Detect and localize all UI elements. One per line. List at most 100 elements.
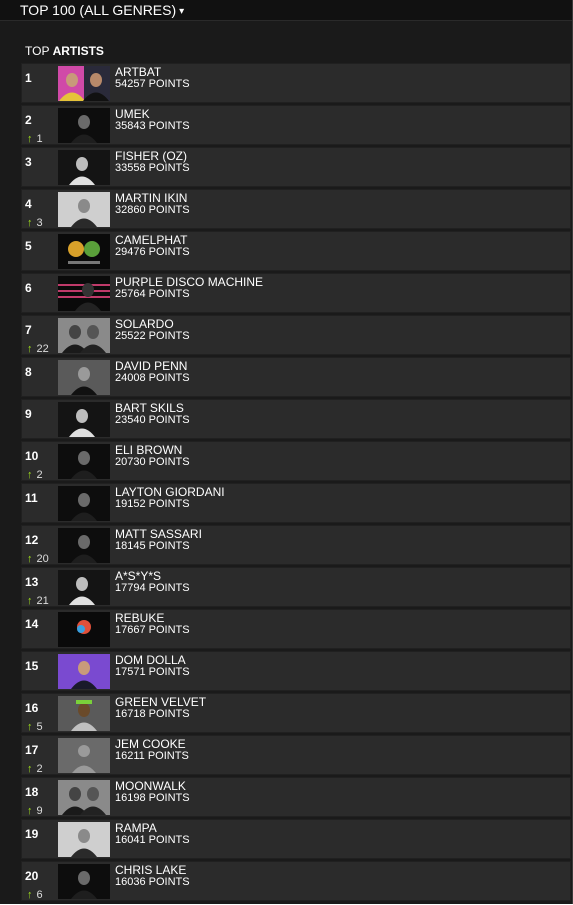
artist-photo[interactable] xyxy=(58,444,110,479)
artist-photo[interactable] xyxy=(58,66,110,101)
chart-panel: TOP 100 (ALL GENRES) ▾ TOP ARTISTS 1 ARTBA… xyxy=(0,0,573,904)
artist-row[interactable]: 14 REBUKE 17667 POINTS xyxy=(21,609,571,649)
rank-number: 20 xyxy=(25,869,39,883)
artist-row[interactable]: 8 DAVID PENN 24008 POINTS xyxy=(21,357,571,397)
rank-number: 3 xyxy=(25,155,32,169)
artist-row[interactable]: 1 ARTBAT 54257 POINTS xyxy=(21,63,571,103)
rank-number: 1 xyxy=(25,71,32,85)
artist-photo[interactable] xyxy=(58,360,110,395)
rank-number: 12 xyxy=(25,533,39,547)
artist-points: 16198 POINTS xyxy=(115,792,190,804)
section-title-prefix: TOP xyxy=(25,44,50,58)
rank-change-value: 5 xyxy=(36,721,43,733)
artist-points: 16718 POINTS xyxy=(115,708,190,720)
arrow-up-icon: ↑ xyxy=(27,889,33,901)
rank-change: ↑ 2 xyxy=(27,469,43,481)
rank-change: ↑ 9 xyxy=(27,805,43,817)
rank-change-value: 1 xyxy=(36,133,43,145)
artist-points: 32860 POINTS xyxy=(115,204,190,216)
arrow-up-icon: ↑ xyxy=(27,805,33,817)
artist-row[interactable]: 3 FISHER (OZ) 33558 POINTS xyxy=(21,147,571,187)
artist-photo[interactable] xyxy=(58,192,110,227)
rank-change: ↑ 22 xyxy=(27,343,49,355)
artist-points: 54257 POINTS xyxy=(115,78,190,90)
arrow-up-icon: ↑ xyxy=(27,217,33,229)
artist-row[interactable]: 7 ↑ 22 SOLARDO 25522 POINTS xyxy=(21,315,571,355)
artist-row[interactable]: 5 CAMELPHAT 29476 POINTS xyxy=(21,231,571,271)
rank-change-value: 21 xyxy=(36,595,49,607)
rank-number: 18 xyxy=(25,785,39,799)
arrow-up-icon: ↑ xyxy=(27,763,33,775)
artist-row[interactable]: 13 ↑ 21 A*S*Y*S 17794 POINTS xyxy=(21,567,571,607)
arrow-up-icon: ↑ xyxy=(27,343,33,355)
artist-points: 17571 POINTS xyxy=(115,666,190,678)
artist-row[interactable]: 16 ↑ 5 GREEN VELVET 16718 POINTS xyxy=(21,693,571,733)
rank-number: 6 xyxy=(25,281,32,295)
artist-row[interactable]: 4 ↑ 3 MARTIN IKIN 32860 POINTS xyxy=(21,189,571,229)
artist-photo[interactable] xyxy=(58,738,110,773)
artist-photo[interactable] xyxy=(58,612,110,647)
artist-points: 19152 POINTS xyxy=(115,498,190,510)
artist-row[interactable]: 19 RAMPA 16041 POINTS xyxy=(21,819,571,859)
artist-points: 16211 POINTS xyxy=(115,750,189,762)
artist-points: 23540 POINTS xyxy=(115,414,190,426)
rank-number: 13 xyxy=(25,575,39,589)
artist-row[interactable]: 9 BART SKILS 23540 POINTS xyxy=(21,399,571,439)
artist-row[interactable]: 17 ↑ 2 JEM COOKE 16211 POINTS xyxy=(21,735,571,775)
artist-points: 20730 POINTS xyxy=(115,456,190,468)
artist-row[interactable]: 18 ↑ 9 MOONWALK 16198 POINTS xyxy=(21,777,571,817)
artist-row[interactable]: 10 ↑ 2 ELI BROWN 20730 POINTS xyxy=(21,441,571,481)
artist-row[interactable]: 6 PURPLE DISCO MACHINE 25764 POINTS xyxy=(21,273,571,313)
artist-photo[interactable] xyxy=(58,696,110,731)
rank-change-value: 9 xyxy=(36,805,43,817)
artist-row[interactable]: 20 ↑ 6 CHRIS LAKE 16036 POINTS xyxy=(21,861,571,901)
artist-photo[interactable] xyxy=(58,234,110,269)
arrow-up-icon: ↑ xyxy=(27,469,33,481)
rank-change-value: 22 xyxy=(36,343,49,355)
artist-points: 25764 POINTS xyxy=(115,288,190,300)
rank-number: 10 xyxy=(25,449,39,463)
artist-points: 29476 POINTS xyxy=(115,246,190,258)
artist-points: 16041 POINTS xyxy=(115,834,190,846)
rank-number: 19 xyxy=(25,827,39,841)
artist-photo[interactable] xyxy=(58,108,110,143)
rank-change-value: 2 xyxy=(36,763,43,775)
arrow-up-icon: ↑ xyxy=(27,595,33,607)
genre-dropdown-label: TOP 100 (ALL GENRES) xyxy=(20,2,177,18)
artist-points: 16036 POINTS xyxy=(115,876,190,888)
artist-photo[interactable] xyxy=(58,864,110,899)
rank-change: ↑ 5 xyxy=(27,721,43,733)
rank-change: ↑ 21 xyxy=(27,595,49,607)
artist-photo[interactable] xyxy=(58,570,110,605)
artist-photo[interactable] xyxy=(58,486,110,521)
genre-dropdown[interactable]: TOP 100 (ALL GENRES) ▾ xyxy=(0,0,572,21)
artist-photo[interactable] xyxy=(58,318,110,353)
rank-change: ↑ 2 xyxy=(27,763,43,775)
artist-points: 17794 POINTS xyxy=(115,582,190,594)
artist-row[interactable]: 11 LAYTON GIORDANI 19152 POINTS xyxy=(21,483,571,523)
artist-photo[interactable] xyxy=(58,822,110,857)
rank-number: 15 xyxy=(25,659,39,673)
artist-row[interactable]: 15 DOM DOLLA 17571 POINTS xyxy=(21,651,571,691)
rank-number: 2 xyxy=(25,113,32,127)
rank-number: 4 xyxy=(25,197,32,211)
section-title: TOP ARTISTS xyxy=(0,44,572,58)
rank-number: 7 xyxy=(25,323,32,337)
rank-number: 5 xyxy=(25,239,32,253)
artist-row[interactable]: 2 ↑ 1 UMEK 35843 POINTS xyxy=(21,105,571,145)
rank-number: 8 xyxy=(25,365,32,379)
artist-photo[interactable] xyxy=(58,150,110,185)
artist-points: 24008 POINTS xyxy=(115,372,190,384)
artist-photo[interactable] xyxy=(58,780,110,815)
arrow-up-icon: ↑ xyxy=(27,721,33,733)
artist-photo[interactable] xyxy=(58,528,110,563)
artist-row[interactable]: 12 ↑ 20 MATT SASSARI 18145 POINTS xyxy=(21,525,571,565)
rank-number: 9 xyxy=(25,407,32,421)
arrow-up-icon: ↑ xyxy=(27,133,33,145)
artist-photo[interactable] xyxy=(58,276,110,311)
artist-photo[interactable] xyxy=(58,402,110,437)
artist-photo[interactable] xyxy=(58,654,110,689)
section-title-main: ARTISTS xyxy=(52,44,104,58)
rank-change-value: 20 xyxy=(36,553,49,565)
arrow-up-icon: ↑ xyxy=(27,553,33,565)
